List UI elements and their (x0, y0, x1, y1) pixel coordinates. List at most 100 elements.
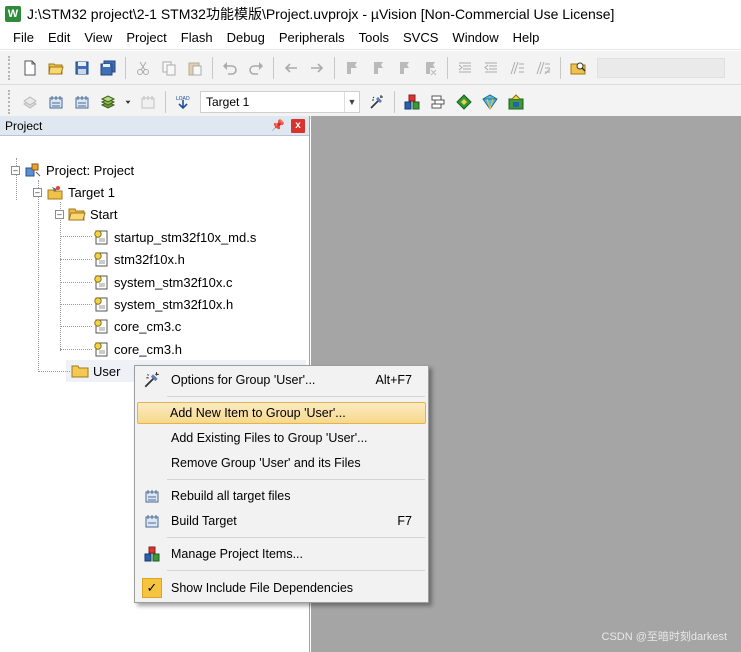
file-extensions-icon[interactable] (427, 91, 449, 113)
menu-flash[interactable]: Flash (174, 27, 220, 49)
undo-icon[interactable] (219, 57, 241, 79)
save-icon[interactable] (71, 57, 93, 79)
menu-window[interactable]: Window (445, 27, 505, 49)
collapse-icon[interactable]: – (55, 209, 64, 219)
toolbar-separator (212, 56, 213, 79)
redo-icon[interactable] (245, 57, 267, 79)
toolbar-separator (125, 56, 126, 79)
menu-file[interactable]: File (6, 27, 41, 49)
menu-item-label: Manage Project Items... (171, 547, 304, 561)
tree-guide-line (60, 259, 92, 260)
chevron-down-icon[interactable]: ▼ (344, 91, 359, 112)
menu-view[interactable]: View (77, 27, 119, 49)
options-wand-icon (140, 370, 164, 390)
tree-guide-line (38, 180, 39, 372)
batch-build-icon[interactable] (97, 91, 119, 113)
batch-dropdown-arrow-icon[interactable] (123, 91, 133, 113)
open-folder-icon[interactable] (45, 57, 67, 79)
project-window-header: Project 📌 x (0, 116, 309, 136)
source-file-icon (92, 341, 110, 357)
navigate-forward-icon[interactable] (306, 57, 328, 79)
menu-item-show-include-dependencies[interactable]: ✓ Show Include File Dependencies (137, 577, 426, 599)
tree-node-group-start[interactable]: – Start (55, 203, 117, 225)
source-file-icon (92, 296, 110, 312)
manage-rte-icon[interactable] (479, 91, 501, 113)
menu-item-label: Show Include File Dependencies (171, 581, 354, 595)
tree-node-label: system_stm32f10x.h (114, 296, 234, 312)
toolbar-grip[interactable] (8, 89, 11, 114)
menu-project[interactable]: Project (119, 27, 173, 49)
tree-node-project[interactable]: – Project: Project (11, 159, 134, 181)
target-select[interactable]: Target 1 ▼ (200, 90, 360, 113)
tree-node-file[interactable]: core_cm3.h (92, 338, 182, 360)
menu-item-label: Add Existing Files to Group 'User'... (171, 431, 368, 445)
indent-icon[interactable] (454, 57, 476, 79)
pin-icon[interactable]: 📌 (271, 119, 285, 132)
unindent-icon[interactable] (480, 57, 502, 79)
project-root-icon (24, 162, 42, 178)
tree-node-group-user[interactable]: User (71, 360, 120, 382)
insert-bookmark-icon[interactable] (341, 57, 363, 79)
collapse-icon[interactable]: – (33, 187, 42, 197)
source-file-icon (92, 251, 110, 267)
uncomment-icon[interactable] (532, 57, 554, 79)
menu-item-add-existing-files[interactable]: Add Existing Files to Group 'User'... (137, 427, 426, 449)
download-load-icon[interactable]: LOAD (172, 91, 194, 113)
build-toolbar: LOAD Target 1 ▼ (0, 85, 741, 119)
menu-tools[interactable]: Tools (352, 27, 396, 49)
build-icon[interactable] (45, 91, 67, 113)
source-file-icon (92, 318, 110, 334)
navigate-back-icon[interactable] (280, 57, 302, 79)
translate-icon[interactable] (19, 91, 41, 113)
previous-bookmark-icon[interactable] (367, 57, 389, 79)
toolbar-grip[interactable] (8, 55, 11, 80)
project-window-title: Project (5, 118, 43, 133)
menu-item-shortcut: Alt+F7 (375, 373, 412, 387)
rebuild-icon[interactable] (71, 91, 93, 113)
options-for-target-icon[interactable] (366, 91, 388, 113)
comment-icon[interactable] (506, 57, 528, 79)
menu-item-label: Remove Group 'User' and its Files (171, 456, 361, 470)
rebuild-icon (140, 486, 164, 506)
tree-node-target[interactable]: – Target 1 (33, 181, 115, 203)
menu-item-manage-project-items[interactable]: Manage Project Items... (137, 543, 426, 565)
stop-build-icon[interactable] (137, 91, 159, 113)
find-in-files-icon[interactable] (567, 57, 589, 79)
menu-item-build-target[interactable]: Build Target F7 (137, 510, 426, 532)
copy-icon[interactable] (158, 57, 180, 79)
new-file-icon[interactable] (19, 57, 41, 79)
cut-icon[interactable] (132, 57, 154, 79)
tree-node-file[interactable]: core_cm3.c (92, 315, 181, 337)
next-bookmark-icon[interactable] (393, 57, 415, 79)
clear-bookmarks-icon[interactable] (419, 57, 441, 79)
menu-item-options-for-group[interactable]: Options for Group 'User'... Alt+F7 (137, 369, 426, 391)
select-packs-icon[interactable] (453, 91, 475, 113)
tree-node-file[interactable]: stm32f10x.h (92, 248, 185, 270)
tree-node-label: system_stm32f10x.c (114, 274, 233, 290)
menu-item-rebuild-all[interactable]: Rebuild all target files (137, 485, 426, 507)
collapse-icon[interactable]: – (11, 165, 20, 175)
close-icon[interactable]: x (291, 118, 305, 133)
tree-node-file[interactable]: system_stm32f10x.c (92, 271, 233, 293)
menu-edit[interactable]: Edit (41, 27, 77, 49)
tree-guide-line (60, 349, 92, 350)
menu-peripherals[interactable]: Peripherals (272, 27, 352, 49)
tree-node-file[interactable]: startup_stm32f10x_md.s (92, 226, 256, 248)
menu-help[interactable]: Help (506, 27, 547, 49)
menu-svcs[interactable]: SVCS (396, 27, 445, 49)
tree-node-file[interactable]: system_stm32f10x.h (92, 293, 233, 315)
panel-buttons: 📌 x (271, 118, 305, 133)
tree-node-label: startup_stm32f10x_md.s (114, 229, 257, 245)
menu-item-add-new-item[interactable]: Add New Item to Group 'User'... (137, 402, 426, 424)
save-all-icon[interactable] (97, 57, 119, 79)
menu-debug[interactable]: Debug (220, 27, 272, 49)
manage-project-items-icon[interactable] (401, 91, 423, 113)
find-combo-box[interactable] (597, 57, 725, 78)
pack-installer-icon[interactable] (505, 91, 527, 113)
paste-icon[interactable] (184, 57, 206, 79)
toolbar-separator (560, 56, 561, 79)
menu-separator (167, 570, 425, 571)
folder-open-icon (68, 206, 86, 222)
menu-item-remove-group[interactable]: Remove Group 'User' and its Files (137, 452, 426, 474)
tree-node-label: Target 1 (68, 184, 115, 200)
